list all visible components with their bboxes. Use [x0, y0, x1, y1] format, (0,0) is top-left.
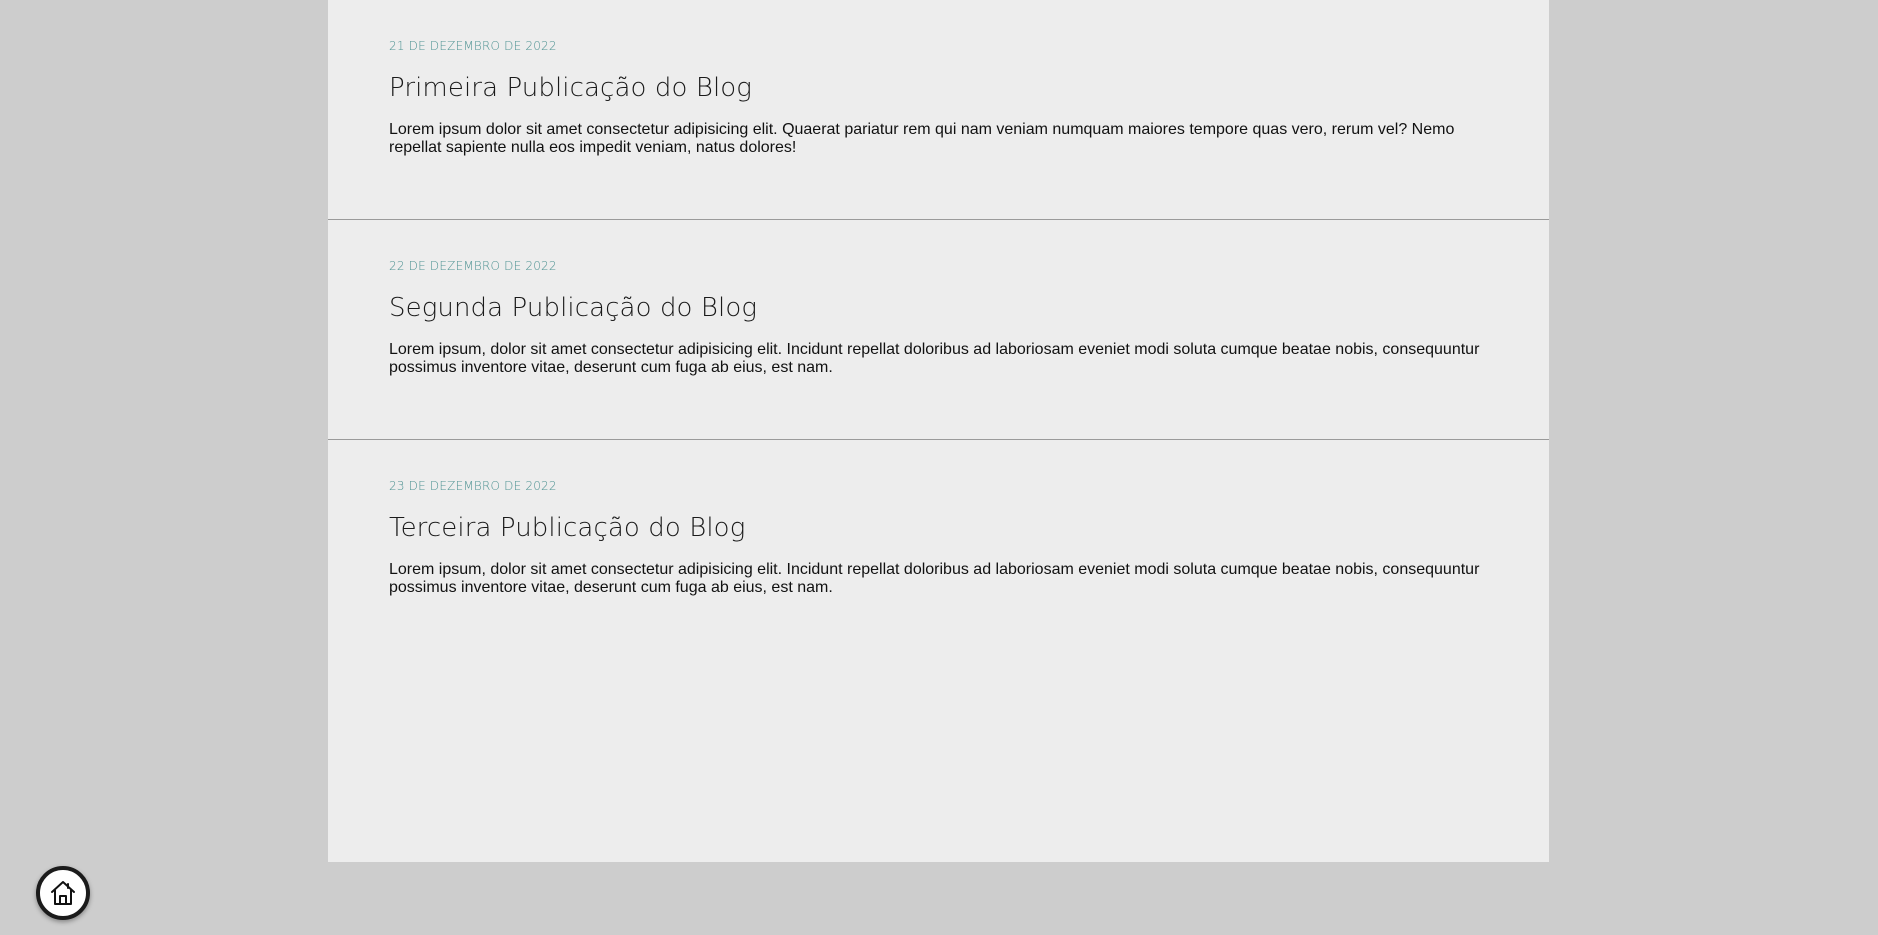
post-date: 21 DE DEZEMBRO DE 2022	[389, 39, 557, 53]
blog-post: 23 DE DEZEMBRO DE 2022 Terceira Publicaç…	[328, 440, 1549, 862]
post-date: 22 DE DEZEMBRO DE 2022	[389, 259, 557, 273]
home-icon	[51, 881, 75, 905]
post-excerpt: Lorem ipsum, dolor sit amet consectetur …	[389, 341, 1480, 376]
post-date: 23 DE DEZEMBRO DE 2022	[389, 479, 557, 493]
blog-post-list: 21 DE DEZEMBRO DE 2022 Primeira Publicaç…	[328, 0, 1549, 862]
post-title[interactable]: Primeira Publicação do Blog	[389, 72, 1488, 104]
blog-post: 21 DE DEZEMBRO DE 2022 Primeira Publicaç…	[328, 0, 1549, 220]
post-excerpt: Lorem ipsum dolor sit amet consectetur a…	[389, 121, 1455, 156]
blog-post: 22 DE DEZEMBRO DE 2022 Segunda Publicaçã…	[328, 220, 1549, 440]
post-title[interactable]: Terceira Publicação do Blog	[389, 512, 1488, 544]
post-title[interactable]: Segunda Publicação do Blog	[389, 292, 1488, 324]
home-button[interactable]	[36, 866, 90, 920]
post-excerpt: Lorem ipsum, dolor sit amet consectetur …	[389, 561, 1480, 596]
